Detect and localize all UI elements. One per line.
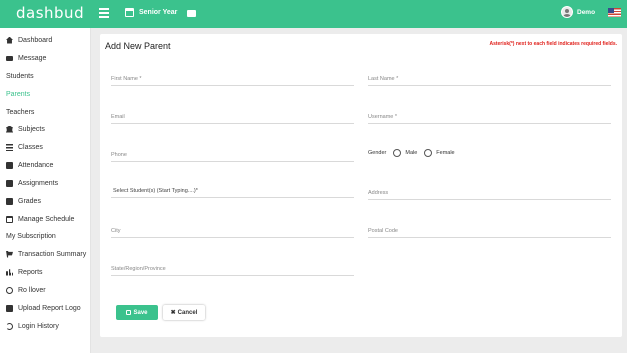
phone-field[interactable]: Phone [111,150,354,162]
gender-group: Gender Male Female [368,149,455,157]
sidebar-item-label: Reports [18,268,43,276]
sidebar-item-rollover[interactable]: Ro llover [0,283,91,297]
sidebar-item-grades[interactable]: Grades [0,194,91,208]
postal-code-field[interactable]: Postal Code [368,226,611,238]
history-icon [6,322,13,330]
sidebar-item-reports[interactable]: Reports [0,265,91,279]
year-label: Senior Year [139,9,178,16]
mail-icon[interactable] [187,10,196,17]
sidebar-item-label: My Subscription [6,232,56,240]
refresh-icon [6,286,13,294]
sidebar: Dashboard Message Students Parents Teach… [0,28,568,353]
calendar-icon [6,215,13,223]
gender-male-radio[interactable] [393,149,402,157]
envelope-icon [6,55,13,61]
hamburger-icon[interactable] [99,8,109,20]
sidebar-item-upload-report-logo[interactable]: Upload Report Logo [0,301,91,315]
cart-icon [6,250,13,258]
document-icon [6,161,13,169]
page-title: Add New Parent [105,41,171,51]
sidebar-item-label: Assignments [18,179,59,187]
sidebar-item-label: Message [18,54,47,62]
sidebar-item-transaction-summary[interactable]: Transaction Summary [0,247,91,261]
sidebar-item-classes[interactable]: Classes [0,140,91,154]
top-bar: dashbud Senior Year Demo [0,0,627,28]
sidebar-item-label: Manage Schedule [18,215,75,223]
list-icon [6,143,13,151]
document-icon [6,179,13,187]
image-icon [6,304,13,312]
gender-female-radio[interactable] [424,149,433,157]
address-field[interactable]: Address [368,188,611,200]
sidebar-item-manage-schedule[interactable]: Manage Schedule [0,212,91,226]
document-icon [6,197,13,205]
sidebar-item-attendance[interactable]: Attendance [0,158,91,172]
gender-female-label: Female [436,150,455,156]
sidebar-item-assignments[interactable]: Assignments [0,176,91,190]
sidebar-item-label: Upload Report Logo [18,304,81,312]
calendar-icon [125,8,134,17]
sidebar-item-label: Subjects [18,125,45,133]
sidebar-item-label: Grades [18,197,41,205]
first-name-field[interactable]: First Name * [111,74,354,86]
year-selector[interactable]: Senior Year [125,8,177,17]
bar-chart-icon [6,269,13,276]
select-students-field[interactable]: Select Student(s) (Start Typing....)* [111,186,354,198]
state-region-field[interactable]: State/Region/Province [111,264,354,276]
sidebar-item-label: Dashboard [18,36,53,44]
username-field[interactable]: Username * [368,112,611,124]
sidebar-item-my-subscription[interactable]: My Subscription [0,229,107,268]
sidebar-item-message[interactable]: Message [0,51,91,65]
sidebar-item-login-history[interactable]: Login History [0,319,91,333]
us-flag-icon[interactable] [608,8,621,17]
app-logo[interactable]: dashbud [16,4,84,22]
sidebar-item-label: Login History [18,322,59,330]
cancel-button[interactable]: ✖ Cancel [163,305,205,320]
sidebar-item-teachers[interactable]: Teachers [0,105,568,119]
home-icon [6,36,13,44]
sidebar-item-label: Parents [6,90,31,98]
sidebar-item-label: Teachers [6,108,35,116]
gender-male-label: Male [405,150,418,156]
last-name-field[interactable]: Last Name * [368,74,611,86]
add-parent-form: Add New Parent Asterisk(*) next to each … [100,34,622,337]
sidebar-item-label: Classes [18,143,43,151]
sidebar-item-label: Ro llover [18,286,46,294]
email-field[interactable]: Email [111,112,354,124]
required-fields-note: Asterisk(*) next to each field indicates… [489,41,617,47]
user-name: Demo [577,8,596,16]
sidebar-item-label: Transaction Summary [18,250,87,258]
sidebar-item-dashboard[interactable]: Dashboard [0,33,91,47]
save-button[interactable]: Save [116,305,158,320]
sidebar-item-label: Attendance [18,161,54,169]
close-icon: ✖ [170,310,176,316]
sidebar-item-students[interactable]: Students [0,69,568,83]
gender-label: Gender [368,150,387,156]
save-icon [126,310,132,315]
avatar [561,6,573,18]
bank-icon [6,125,13,133]
sidebar-item-parents[interactable]: Parents [0,87,568,101]
sidebar-item-label: Students [6,72,34,80]
city-field[interactable]: City [111,226,354,238]
sidebar-item-subjects[interactable]: Subjects [0,122,91,136]
user-menu[interactable]: Demo [561,6,595,18]
